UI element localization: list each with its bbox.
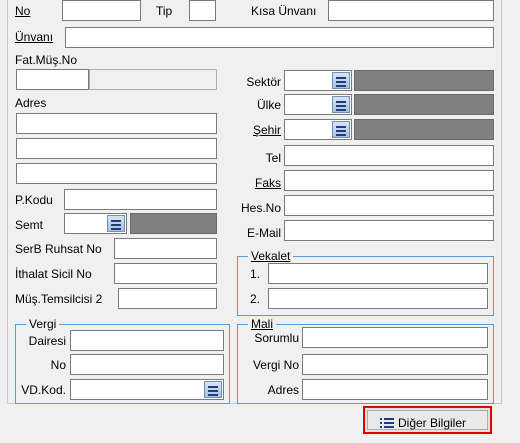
ulke-lookup[interactable] bbox=[284, 94, 352, 115]
mali-adres-label: Adres bbox=[267, 383, 299, 397]
vergi-dairesi-field[interactable] bbox=[70, 330, 224, 351]
faks-field[interactable] bbox=[284, 170, 494, 191]
semt-lookup[interactable] bbox=[64, 213, 127, 234]
vergi-no-field[interactable] bbox=[70, 354, 224, 375]
fat-mus-no-label: Fat.Müş.No bbox=[15, 53, 78, 67]
sektor-lookup[interactable] bbox=[284, 70, 352, 91]
sektor-lookup-button[interactable] bbox=[332, 72, 350, 89]
vekalet-title: Vekalet bbox=[248, 249, 294, 263]
ithalat-sicil-field[interactable] bbox=[114, 263, 217, 284]
other-info-button-label: Diğer Bilgiler bbox=[398, 416, 467, 430]
sektor-label: Sektör bbox=[246, 75, 281, 89]
no-field[interactable] bbox=[62, 0, 141, 21]
vekalet-row2-label: 2. bbox=[250, 292, 261, 306]
sektor-name-field bbox=[354, 70, 494, 91]
sehir-name-field bbox=[354, 119, 494, 140]
mus-temsilcisi-label: Müş.Temsilcisi 2 bbox=[15, 292, 103, 306]
p-kodu-field[interactable] bbox=[64, 189, 217, 210]
tel-label: Tel bbox=[265, 151, 281, 165]
unvan-label: Ünvanı bbox=[15, 30, 54, 44]
sehir-lookup-button[interactable] bbox=[332, 121, 350, 138]
unvan-field[interactable] bbox=[65, 27, 494, 48]
tip-field[interactable] bbox=[189, 0, 216, 21]
vekalet-row2-field[interactable] bbox=[268, 288, 488, 309]
adres-line-2[interactable] bbox=[16, 138, 217, 159]
ulke-label: Ülke bbox=[256, 98, 281, 112]
ulke-lookup-button[interactable] bbox=[332, 96, 350, 113]
mali-title: Mali bbox=[248, 317, 277, 331]
mali-sorumlu-label: Sorumlu bbox=[254, 331, 299, 345]
mali-vergi-no-field[interactable] bbox=[302, 354, 488, 375]
vd-kod-lookup-button[interactable] bbox=[204, 381, 222, 398]
mali-sorumlu-field[interactable] bbox=[302, 327, 488, 348]
kisa-unvan-field[interactable] bbox=[328, 0, 494, 21]
vekalet-row1-field[interactable] bbox=[268, 263, 488, 284]
ithalat-sicil-label: İthalat Sicil No bbox=[15, 267, 92, 281]
vergi-no-label: No bbox=[50, 358, 66, 372]
other-info-button-face[interactable]: Diğer Bilgiler bbox=[367, 410, 488, 430]
ulke-name-field bbox=[354, 94, 494, 115]
fat-mus-name-field bbox=[89, 69, 217, 90]
vergi-dairesi-label: Dairesi bbox=[28, 334, 66, 348]
mali-vergi-no-label: Vergi No bbox=[252, 358, 299, 372]
faks-label: Faks bbox=[254, 176, 281, 190]
email-field[interactable] bbox=[284, 220, 494, 241]
tip-label: Tip bbox=[156, 4, 173, 18]
no-label: No bbox=[15, 4, 31, 18]
mus-temsilcisi-field[interactable] bbox=[118, 288, 217, 309]
vd-kod-label: VD.Kod. bbox=[21, 383, 66, 397]
vekalet-row1-label: 1. bbox=[250, 267, 261, 281]
adres-line-3[interactable] bbox=[16, 163, 217, 184]
sehir-lookup[interactable] bbox=[284, 119, 352, 140]
semt-lookup-button[interactable] bbox=[107, 215, 125, 232]
form-right-border bbox=[501, 0, 502, 404]
adres-label: Adres bbox=[15, 96, 47, 110]
mali-adres-field[interactable] bbox=[302, 379, 488, 400]
serb-ruhsat-label: SerB Ruhsat No bbox=[15, 242, 102, 256]
tel-field[interactable] bbox=[284, 145, 494, 166]
serb-ruhsat-field[interactable] bbox=[114, 238, 217, 259]
hes-no-field[interactable] bbox=[284, 195, 494, 216]
vd-kod-lookup[interactable] bbox=[70, 379, 224, 400]
list-icon bbox=[380, 417, 394, 429]
sehir-label: Şehir bbox=[252, 123, 281, 137]
form-left-border bbox=[7, 0, 8, 404]
adres-line-1[interactable] bbox=[16, 113, 217, 134]
p-kodu-label: P.Kodu bbox=[15, 193, 53, 207]
semt-label: Semt bbox=[15, 218, 44, 232]
other-info-button[interactable]: Diğer Bilgiler bbox=[363, 406, 492, 434]
kisa-unvan-label: Kısa Ünvanı bbox=[251, 4, 317, 18]
vergi-title: Vergi bbox=[26, 317, 60, 331]
hes-no-label: Hes.No bbox=[240, 201, 281, 215]
email-label: E-Mail bbox=[246, 226, 281, 240]
semt-name-field bbox=[130, 213, 217, 234]
fat-mus-no-field[interactable] bbox=[16, 69, 89, 90]
